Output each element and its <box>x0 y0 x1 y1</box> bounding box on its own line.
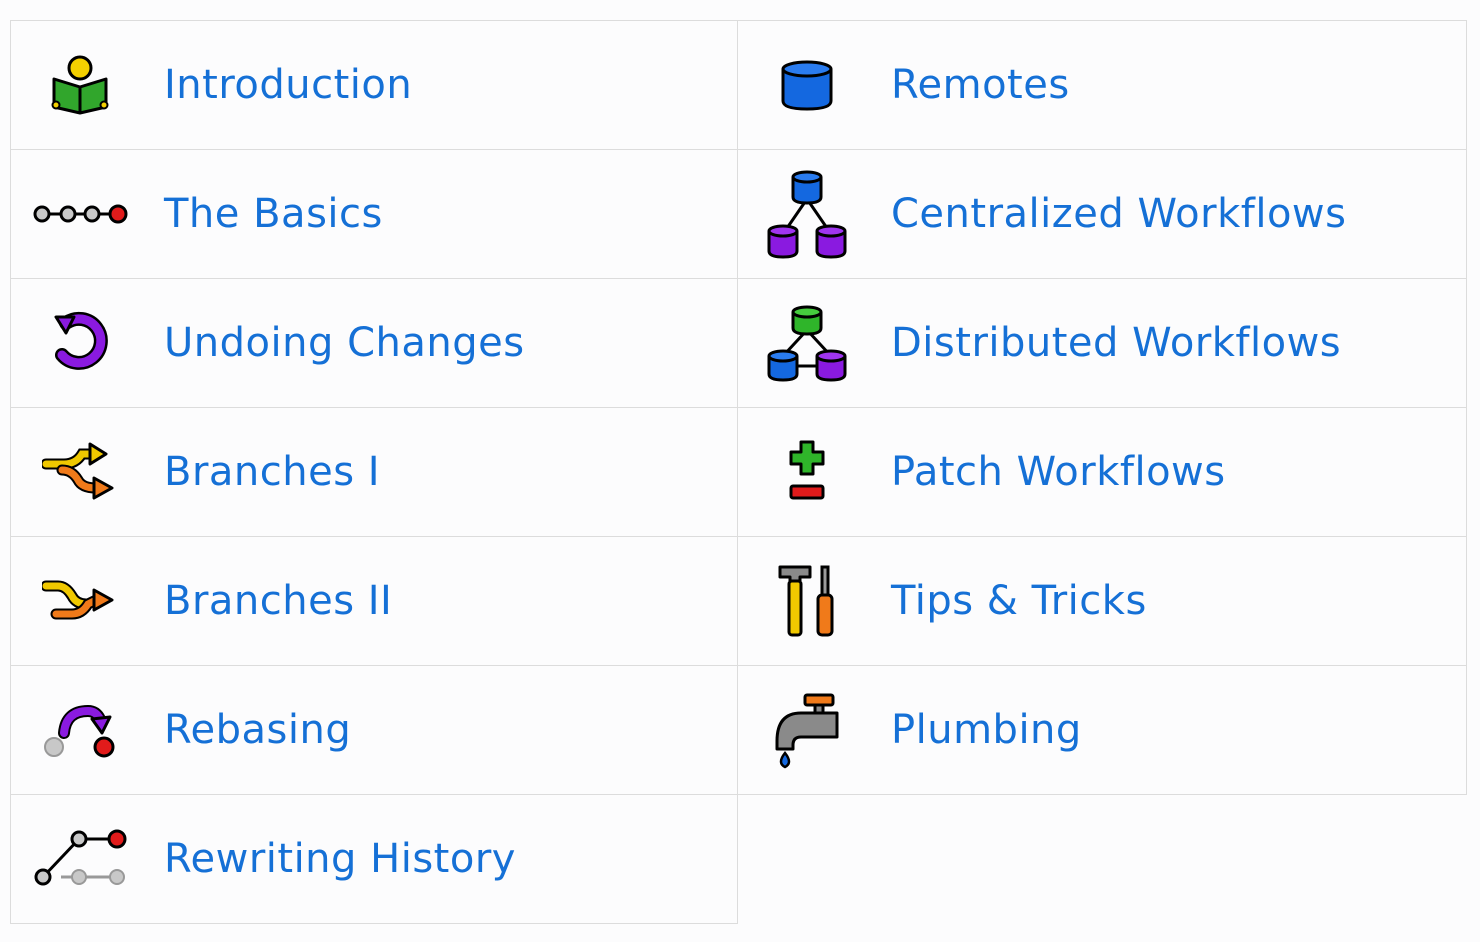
topic-remotes[interactable]: Remotes <box>737 20 1467 150</box>
topic-label[interactable]: Distributed Workflows <box>891 320 1341 366</box>
topic-label[interactable]: Centralized Workflows <box>891 191 1346 237</box>
topic-patch[interactable]: Patch Workflows <box>737 407 1467 537</box>
topic-grid: Introduction Remotes The Basics Centrali… <box>10 20 1467 924</box>
undo-icon <box>30 295 130 391</box>
topic-rebasing[interactable]: Rebasing <box>10 665 738 795</box>
topic-plumbing[interactable]: Plumbing <box>737 665 1467 795</box>
merge-arrows-icon <box>30 553 130 649</box>
topic-branches-2[interactable]: Branches II <box>10 536 738 666</box>
plus-minus-icon <box>757 424 857 520</box>
topic-label[interactable]: Rewriting History <box>164 836 516 882</box>
faucet-icon <box>757 682 857 778</box>
tools-icon <box>757 553 857 649</box>
book-reader-icon <box>30 37 130 133</box>
topic-distributed[interactable]: Distributed Workflows <box>737 278 1467 408</box>
rebase-icon <box>30 682 130 778</box>
topic-label[interactable]: Remotes <box>891 62 1070 108</box>
distributed-repos-icon <box>757 295 857 391</box>
branch-arrows-icon <box>30 424 130 520</box>
topic-rewriting[interactable]: Rewriting History <box>10 794 738 924</box>
topic-centralized[interactable]: Centralized Workflows <box>737 149 1467 279</box>
topic-basics[interactable]: The Basics <box>10 149 738 279</box>
topic-label[interactable]: Rebasing <box>164 707 351 753</box>
topic-label[interactable]: The Basics <box>164 191 383 237</box>
database-icon <box>757 37 857 133</box>
commit-chain-icon <box>30 166 130 262</box>
topic-label[interactable]: Tips & Tricks <box>891 578 1147 624</box>
history-graph-icon <box>30 811 130 907</box>
topic-branches-1[interactable]: Branches I <box>10 407 738 537</box>
centralized-repos-icon <box>757 166 857 262</box>
topic-label[interactable]: Undoing Changes <box>164 320 525 366</box>
topic-label[interactable]: Branches II <box>164 578 392 624</box>
topic-tips[interactable]: Tips & Tricks <box>737 536 1467 666</box>
empty-cell <box>737 794 1467 924</box>
topic-introduction[interactable]: Introduction <box>10 20 738 150</box>
topic-label[interactable]: Branches I <box>164 449 380 495</box>
topic-undoing[interactable]: Undoing Changes <box>10 278 738 408</box>
topic-label[interactable]: Patch Workflows <box>891 449 1226 495</box>
topic-label[interactable]: Introduction <box>164 62 412 108</box>
topic-label[interactable]: Plumbing <box>891 707 1082 753</box>
